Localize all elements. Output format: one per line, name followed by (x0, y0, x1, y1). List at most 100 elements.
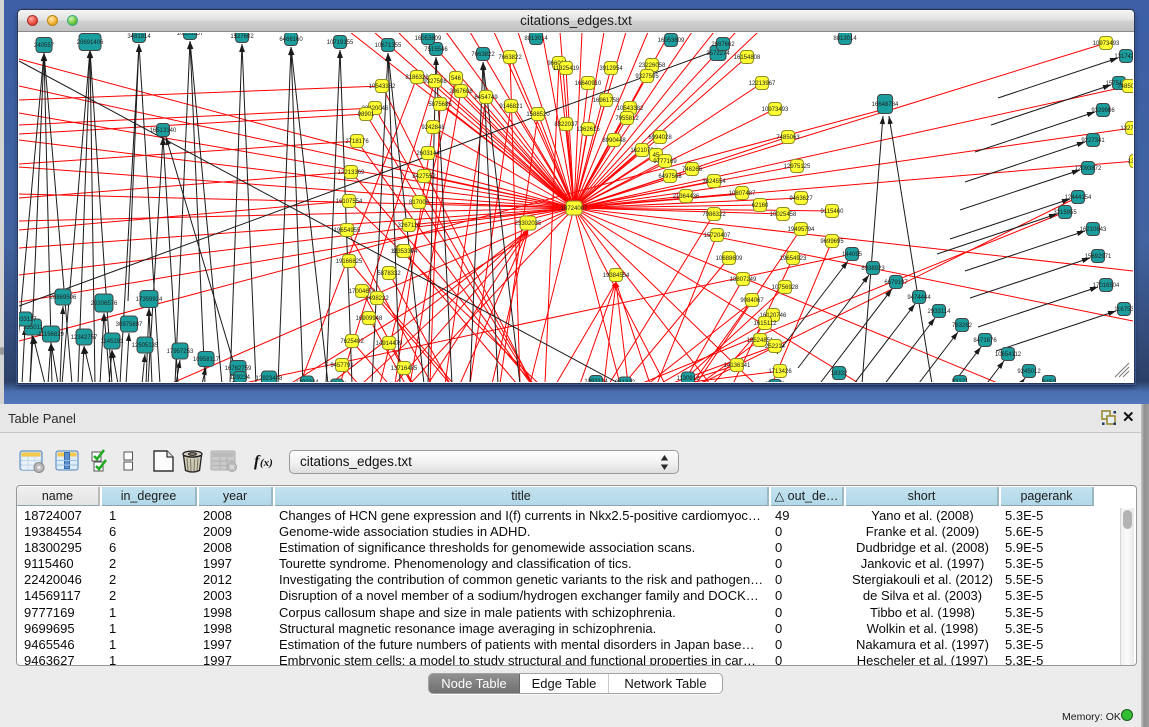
svg-text:10025458: 10025458 (770, 212, 797, 218)
svg-text:9146821: 9146821 (499, 104, 523, 110)
svg-text:10543382: 10543382 (369, 84, 396, 90)
svg-text:129234: 129234 (230, 375, 251, 381)
svg-text:12342757: 12342757 (71, 335, 98, 341)
svg-text:252214: 252214 (765, 344, 786, 350)
svg-text:16782759: 16782759 (225, 366, 252, 372)
svg-text:817006: 817006 (409, 200, 430, 206)
svg-text:3912954: 3912954 (599, 66, 623, 72)
svg-text:7663822: 7663822 (471, 52, 495, 58)
svg-text:1130912: 1130912 (677, 376, 701, 382)
svg-text:1615112: 1615112 (754, 321, 778, 327)
svg-text:3481914: 3481914 (127, 34, 151, 40)
svg-text:10655257: 10655257 (177, 33, 204, 37)
svg-text:10958117: 10958117 (193, 357, 220, 363)
svg-text:763262: 763262 (952, 323, 973, 329)
svg-text:16053809: 16053809 (415, 36, 442, 42)
svg-text:3624554: 3624554 (702, 179, 726, 185)
svg-text:16210643: 16210643 (1080, 227, 1107, 233)
svg-text:12353394: 12353394 (391, 249, 418, 255)
svg-text:1588520: 1588520 (526, 112, 550, 118)
svg-text:19384554: 19384554 (603, 273, 630, 279)
svg-text:9463627: 9463627 (789, 196, 813, 202)
svg-text:144095: 144095 (842, 252, 863, 258)
svg-text:16513140: 16513140 (150, 128, 177, 134)
svg-text:7485063: 7485063 (776, 135, 800, 141)
svg-text:20691406: 20691406 (77, 40, 104, 46)
svg-text:21364436: 21364436 (673, 194, 700, 200)
svg-text:12505135: 12505135 (132, 343, 159, 349)
svg-text:30975887: 30975887 (116, 322, 143, 328)
svg-text:9474444: 9474444 (907, 295, 931, 301)
svg-text:10671355: 10671355 (375, 43, 402, 49)
svg-text:83121: 83121 (952, 379, 969, 382)
svg-text:1327541: 1327541 (1120, 126, 1133, 132)
svg-text:8322037: 8322037 (554, 122, 578, 128)
svg-text:841312: 841312 (615, 380, 636, 382)
svg-text:1093134: 1093134 (584, 379, 608, 382)
svg-text:7625402: 7625402 (340, 339, 364, 345)
svg-text:19495794: 19495794 (788, 227, 815, 233)
svg-text:23226058: 23226058 (639, 63, 666, 69)
svg-text:2867608: 2867608 (449, 89, 473, 95)
svg-text:5875685: 5875685 (428, 102, 452, 108)
svg-text:12923448: 12923448 (256, 376, 283, 382)
svg-text:746266: 746266 (682, 167, 703, 173)
svg-text:6466160: 6466160 (279, 37, 303, 43)
svg-text:16640910: 16640910 (575, 81, 602, 87)
svg-text:12444154: 12444154 (1065, 195, 1092, 201)
svg-text:2933114: 2933114 (928, 309, 952, 315)
svg-text:9327508: 9327508 (423, 79, 447, 85)
svg-text:8813014: 8813014 (524, 36, 548, 42)
svg-text:20206576: 20206576 (91, 301, 118, 307)
svg-text:(x): (x) (260, 457, 273, 469)
svg-text:12213369: 12213369 (338, 170, 365, 176)
svg-text:10973493: 10973493 (762, 107, 789, 113)
svg-text:1713426: 1713426 (768, 369, 792, 375)
svg-text:13662: 13662 (1128, 159, 1133, 165)
svg-text:7955812: 7955812 (615, 116, 639, 122)
svg-text:2603144: 2603144 (416, 151, 440, 157)
svg-text:116753: 116753 (1114, 307, 1133, 313)
svg-text:1527602: 1527602 (230, 34, 254, 40)
svg-text:9227341: 9227341 (1081, 138, 1105, 144)
svg-text:7663822: 7663822 (498, 55, 522, 61)
svg-text:7515546: 7515546 (424, 47, 448, 53)
svg-text:8471676: 8471676 (973, 338, 997, 344)
svg-text:16154808: 16154808 (734, 55, 761, 61)
svg-text:12213967: 12213967 (749, 81, 776, 87)
svg-text:9115460: 9115460 (821, 209, 845, 215)
svg-text:9699695: 9699695 (820, 239, 844, 245)
svg-text:18724007: 18724007 (561, 206, 588, 212)
svg-text:10719155: 10719155 (327, 40, 354, 46)
svg-text:8938923: 8938923 (861, 266, 885, 272)
svg-text:2718176: 2718176 (345, 139, 369, 145)
svg-text:6497568: 6497568 (658, 174, 682, 180)
svg-text:8813014: 8813014 (833, 36, 857, 42)
svg-text:9242848: 9242848 (421, 125, 445, 131)
svg-text:26869506: 26869506 (50, 295, 77, 301)
svg-text:15720407: 15720407 (704, 233, 731, 239)
svg-text:10973493: 10973493 (1093, 41, 1120, 47)
svg-text:5878332: 5878332 (377, 271, 401, 277)
svg-text:3267110: 3267110 (398, 223, 422, 229)
svg-text:15692971: 15692971 (1085, 254, 1112, 260)
svg-text:17016504: 17016504 (1093, 283, 1120, 289)
svg-text:9777169: 9777169 (653, 159, 677, 165)
svg-text:2687662: 2687662 (711, 42, 735, 48)
svg-text:12093872: 12093872 (1075, 166, 1102, 172)
svg-text:11156829: 11156829 (38, 332, 64, 338)
svg-text:62160: 62160 (752, 203, 769, 209)
svg-text:8454749: 8454749 (474, 95, 498, 101)
svg-text:9329986: 9329986 (1091, 108, 1115, 114)
svg-text:23302035: 23302035 (515, 221, 542, 227)
svg-text:8990448: 8990448 (602, 138, 626, 144)
svg-text:1145191: 1145191 (101, 339, 125, 345)
svg-text:1292344: 1292344 (295, 380, 319, 382)
svg-text:1317421: 1317421 (1114, 54, 1133, 60)
svg-text:11325419: 11325419 (553, 66, 580, 72)
svg-text:19654923: 19654923 (780, 256, 807, 262)
svg-text:3215955: 3215955 (1053, 210, 1077, 216)
svg-text:240557: 240557 (34, 43, 55, 49)
svg-text:18332: 18332 (831, 371, 848, 377)
svg-text:19654955: 19654955 (334, 228, 361, 234)
